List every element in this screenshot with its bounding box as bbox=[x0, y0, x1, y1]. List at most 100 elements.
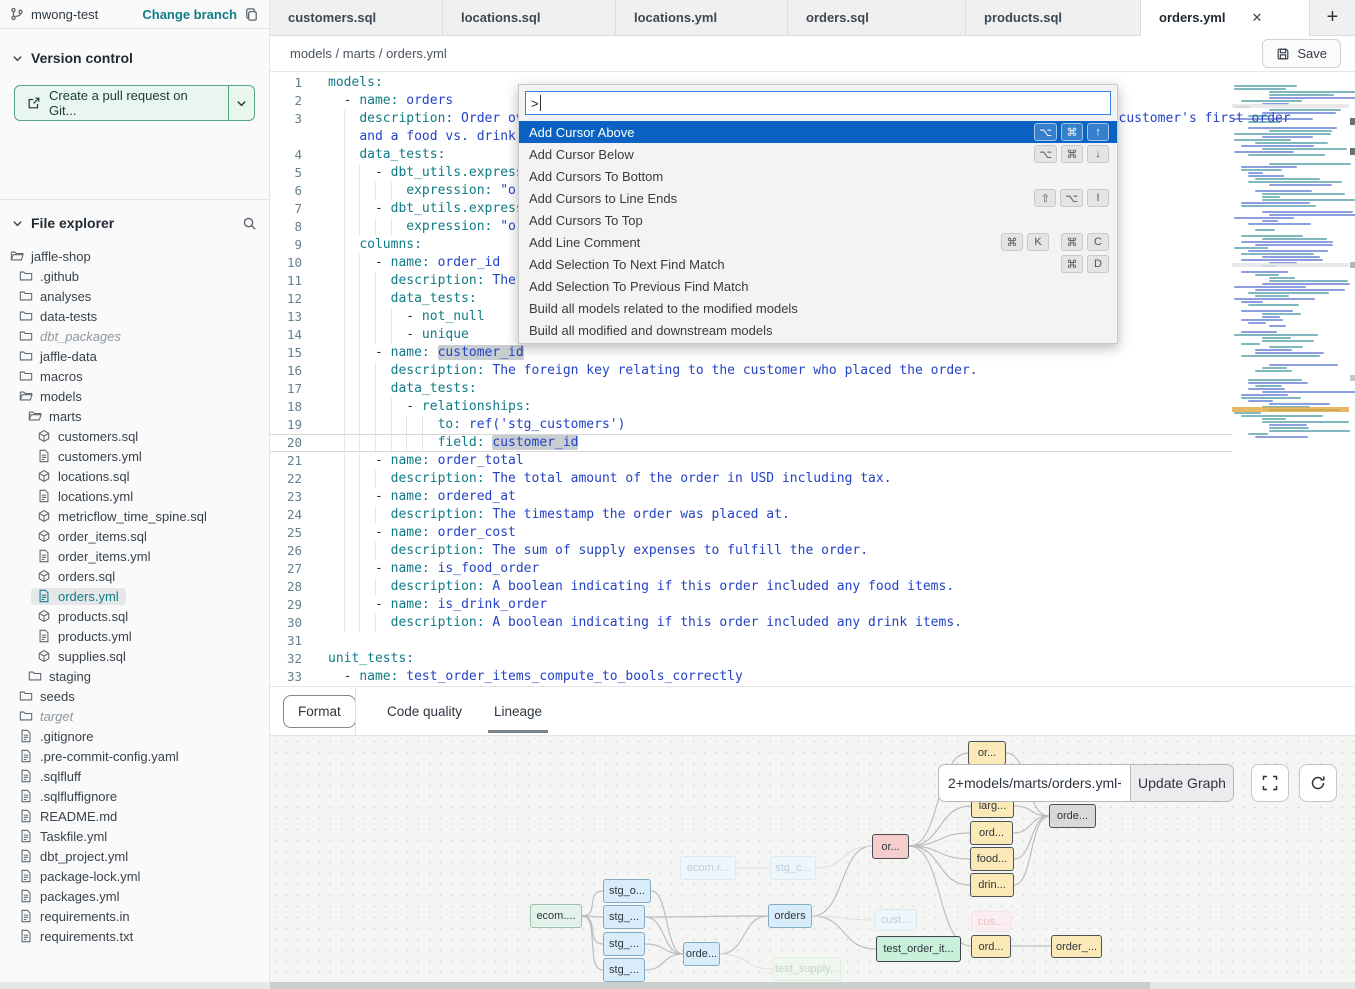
code-line-18[interactable]: 18 - relationships: bbox=[270, 398, 1232, 416]
lineage-node[interactable]: drin... bbox=[970, 873, 1014, 897]
lineage-node[interactable]: order_... bbox=[1051, 935, 1102, 958]
tab-orders-yml[interactable]: orders.yml✕ bbox=[1141, 0, 1310, 36]
lineage-node[interactable]: cus... bbox=[971, 911, 1011, 932]
panel-tab-code-quality[interactable]: Code quality bbox=[387, 687, 462, 735]
tree-item--github[interactable]: .github bbox=[0, 266, 269, 286]
fullscreen-button[interactable] bbox=[1251, 764, 1289, 802]
lineage-node[interactable]: stg_... bbox=[603, 958, 645, 982]
refresh-button[interactable] bbox=[1299, 764, 1337, 802]
update-graph-button[interactable]: Update Graph bbox=[1130, 764, 1234, 802]
tree-item-packages-yml[interactable]: packages.yml bbox=[0, 886, 269, 906]
tree-item-macros[interactable]: macros bbox=[0, 366, 269, 386]
palette-item[interactable]: Build all modified and downstream models bbox=[519, 319, 1117, 341]
tab-products-sql[interactable]: products.sql bbox=[966, 0, 1141, 35]
tree-item-orders-yml[interactable]: orders.yml bbox=[0, 586, 269, 606]
lineage-node[interactable]: or... bbox=[872, 834, 909, 859]
tree-item-requirements-txt[interactable]: requirements.txt bbox=[0, 926, 269, 946]
tree-item-taskfile-yml[interactable]: Taskfile.yml bbox=[0, 826, 269, 846]
code-line-21[interactable]: 21 - name: order_total bbox=[270, 452, 1232, 470]
tree-item-target[interactable]: target bbox=[0, 706, 269, 726]
tab-customers-sql[interactable]: customers.sql bbox=[270, 0, 443, 35]
change-branch-link[interactable]: Change branch bbox=[142, 7, 237, 22]
tree-item-data-tests[interactable]: data-tests bbox=[0, 306, 269, 326]
palette-item[interactable]: Build all models related to the modified… bbox=[519, 297, 1117, 319]
tree-item--pre-commit-config-yaml[interactable]: .pre-commit-config.yaml bbox=[0, 746, 269, 766]
lineage-node[interactable]: stg_... bbox=[603, 905, 645, 929]
tree-item-products-yml[interactable]: products.yml bbox=[0, 626, 269, 646]
code-line-15[interactable]: 15 - name: customer_id bbox=[270, 344, 1232, 362]
copy-icon[interactable] bbox=[244, 7, 259, 22]
tree-item-orders-sql[interactable]: orders.sql bbox=[0, 566, 269, 586]
tree-item--gitignore[interactable]: .gitignore bbox=[0, 726, 269, 746]
code-line-27[interactable]: 27 - name: is_food_order bbox=[270, 560, 1232, 578]
search-icon[interactable] bbox=[242, 216, 257, 231]
lineage-node[interactable]: or... bbox=[968, 741, 1006, 765]
code-line-30[interactable]: 30 description: A boolean indicating if … bbox=[270, 614, 1232, 632]
lineage-node[interactable]: food... bbox=[970, 847, 1014, 871]
tree-item-dbt-project-yml[interactable]: dbt_project.yml bbox=[0, 846, 269, 866]
tree-item--sqlfluff[interactable]: .sqlfluff bbox=[0, 766, 269, 786]
tree-item-locations-sql[interactable]: locations.sql bbox=[0, 466, 269, 486]
tree-item-supplies-sql[interactable]: supplies.sql bbox=[0, 646, 269, 666]
lineage-node[interactable]: orde... bbox=[1049, 804, 1096, 828]
code-line-22[interactable]: 22 description: The total amount of the … bbox=[270, 470, 1232, 488]
new-tab-button[interactable]: + bbox=[1310, 0, 1355, 35]
code-line-20[interactable]: 20 field: customer_id bbox=[270, 434, 1232, 452]
minimap[interactable] bbox=[1232, 85, 1349, 447]
palette-item[interactable]: Add Cursor Above⌥⌘↑ bbox=[519, 121, 1117, 143]
lineage-node[interactable]: cust... bbox=[874, 909, 917, 931]
palette-item[interactable]: Add Cursor Below⌥⌘↓ bbox=[519, 143, 1117, 165]
lineage-node[interactable]: stg_o... bbox=[603, 879, 651, 903]
tree-item-products-sql[interactable]: products.sql bbox=[0, 606, 269, 626]
file-explorer-header[interactable]: File explorer bbox=[0, 208, 269, 238]
code-line-23[interactable]: 23 - name: ordered_at bbox=[270, 488, 1232, 506]
palette-item[interactable]: Add Selection To Next Find Match⌘D bbox=[519, 253, 1117, 275]
command-palette-input[interactable]: > bbox=[525, 91, 1111, 115]
tab-locations-yml[interactable]: locations.yml bbox=[616, 0, 788, 35]
lineage-node[interactable]: orders bbox=[768, 904, 812, 928]
lineage-graph[interactable]: ecom....stg_o...stg_...stg_...stg_...eco… bbox=[270, 735, 1355, 989]
palette-item[interactable]: Add Cursors To Top bbox=[519, 209, 1117, 231]
tree-item-jaffle-shop[interactable]: jaffle-shop bbox=[0, 246, 269, 266]
tree-item-marts[interactable]: marts bbox=[0, 406, 269, 426]
panel-tab-lineage[interactable]: Lineage bbox=[494, 687, 542, 735]
lineage-node[interactable]: orde... bbox=[683, 942, 720, 966]
tab-locations-sql[interactable]: locations.sql bbox=[443, 0, 616, 35]
palette-item[interactable]: Add Cursors To Bottom bbox=[519, 165, 1117, 187]
tree-item-customers-yml[interactable]: customers.yml bbox=[0, 446, 269, 466]
tree-item-readme-md[interactable]: README.md bbox=[0, 806, 269, 826]
tree-item-order-items-sql[interactable]: order_items.sql bbox=[0, 526, 269, 546]
code-line-29[interactable]: 29 - name: is_drink_order bbox=[270, 596, 1232, 614]
version-control-header[interactable]: Version control bbox=[0, 43, 269, 73]
lineage-node[interactable]: stg_c... bbox=[770, 856, 816, 880]
tree-item-analyses[interactable]: analyses bbox=[0, 286, 269, 306]
code-line-28[interactable]: 28 description: A boolean indicating if … bbox=[270, 578, 1232, 596]
close-tab-icon[interactable]: ✕ bbox=[1251, 10, 1262, 26]
tree-item--sqlfluffignore[interactable]: .sqlfluffignore bbox=[0, 786, 269, 806]
scrollbar-thumb[interactable] bbox=[270, 982, 1150, 989]
lineage-node[interactable]: stg_... bbox=[603, 932, 645, 956]
code-line-24[interactable]: 24 description: The timestamp the order … bbox=[270, 506, 1232, 524]
lineage-node[interactable]: test_order_it... bbox=[876, 936, 961, 962]
lineage-node[interactable]: test_supply... bbox=[773, 957, 841, 981]
lineage-node[interactable]: ord... bbox=[970, 821, 1013, 845]
horizontal-scrollbar[interactable] bbox=[0, 982, 1355, 989]
palette-item[interactable]: Add Line Comment⌘K⌘C bbox=[519, 231, 1117, 253]
lineage-node[interactable]: ord... bbox=[971, 935, 1011, 958]
tree-item-package-lock-yml[interactable]: package-lock.yml bbox=[0, 866, 269, 886]
tree-item-seeds[interactable]: seeds bbox=[0, 686, 269, 706]
code-line-26[interactable]: 26 description: The sum of supply expens… bbox=[270, 542, 1232, 560]
tree-item-metricflow-time-spine-sql[interactable]: metricflow_time_spine.sql bbox=[0, 506, 269, 526]
palette-item[interactable]: Add Selection To Previous Find Match bbox=[519, 275, 1117, 297]
format-button[interactable]: Format bbox=[283, 695, 356, 728]
tab-orders-sql[interactable]: orders.sql bbox=[788, 0, 966, 35]
code-line-19[interactable]: 19 to: ref('stg_customers') bbox=[270, 416, 1232, 434]
lineage-node[interactable]: ecom.... bbox=[530, 904, 582, 928]
tree-item-order-items-yml[interactable]: order_items.yml bbox=[0, 546, 269, 566]
pr-dropdown-caret[interactable] bbox=[229, 86, 254, 120]
palette-item[interactable]: Add Cursors to Line Ends⇧⌥I bbox=[519, 187, 1117, 209]
tree-item-customers-sql[interactable]: customers.sql bbox=[0, 426, 269, 446]
tree-item-requirements-in[interactable]: requirements.in bbox=[0, 906, 269, 926]
code-line-17[interactable]: 17 data_tests: bbox=[270, 380, 1232, 398]
tree-item-locations-yml[interactable]: locations.yml bbox=[0, 486, 269, 506]
